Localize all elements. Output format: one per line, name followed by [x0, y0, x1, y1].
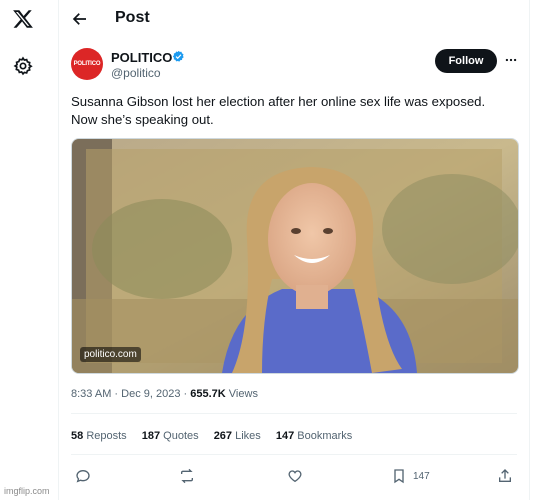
left-rail — [0, 0, 59, 500]
bookmarks-stat[interactable]: 147 Bookmarks — [276, 430, 352, 442]
share-icon — [499, 469, 511, 482]
divider — [71, 454, 517, 455]
tweet-time[interactable]: 8:33 AM — [71, 388, 111, 400]
tweet-text-line-2: Now she’s speaking out. — [71, 112, 214, 127]
watermark: imgflip.com — [4, 486, 50, 496]
action-bar: 147 — [71, 466, 517, 486]
bookmark-count: 147 — [413, 470, 430, 482]
avatar-text: POLITICO — [73, 61, 101, 67]
repost-icon — [181, 468, 193, 484]
tweet-date[interactable]: Dec 9, 2023 — [121, 388, 180, 400]
verified-badge-icon — [172, 50, 184, 62]
avatar[interactable]: POLITICO — [71, 48, 103, 80]
back-arrow-icon[interactable] — [71, 10, 89, 28]
views-label: Views — [228, 388, 258, 400]
follow-button[interactable]: Follow — [435, 49, 497, 73]
media-source-label: politico.com — [80, 347, 141, 362]
share-button[interactable] — [497, 466, 513, 486]
gear-icon[interactable] — [13, 56, 33, 76]
media-image[interactable]: politico.com — [71, 138, 519, 374]
views-count: 655.7K — [190, 388, 226, 400]
tweet-text: Susanna Gibson lost her election after h… — [71, 93, 519, 129]
quotes-stat[interactable]: 187 Quotes — [142, 430, 199, 442]
repost-button[interactable] — [179, 466, 195, 486]
tweet-text-line-1: Susanna Gibson lost her election after h… — [71, 94, 486, 109]
reply-icon — [76, 469, 90, 483]
bookmark-icon — [394, 469, 404, 484]
likes-stat[interactable]: 267 Likes — [214, 430, 261, 442]
bookmark-button[interactable]: 147 — [391, 466, 430, 486]
media-photo — [72, 139, 518, 373]
reposts-stat[interactable]: 58 Reposts — [71, 430, 127, 442]
like-button[interactable] — [287, 466, 303, 486]
author-name[interactable]: POLITICO — [111, 50, 172, 65]
author-handle[interactable]: @politico — [111, 66, 161, 80]
engagement-stats: 58 Reposts 187 Quotes 267 Likes 147 Book… — [71, 430, 364, 442]
more-options-icon[interactable] — [504, 53, 518, 67]
x-logo-icon[interactable] — [12, 8, 34, 30]
heart-icon — [288, 470, 302, 483]
divider — [71, 413, 517, 414]
main-column: Post POLITICO POLITICO @politico Follow … — [59, 0, 530, 500]
tweet-meta: 8:33 AM · Dec 9, 2023 · 655.7K Views — [71, 388, 258, 400]
page-title: Post — [115, 9, 150, 26]
post-header: Post — [59, 0, 529, 38]
reply-button[interactable] — [75, 466, 91, 486]
